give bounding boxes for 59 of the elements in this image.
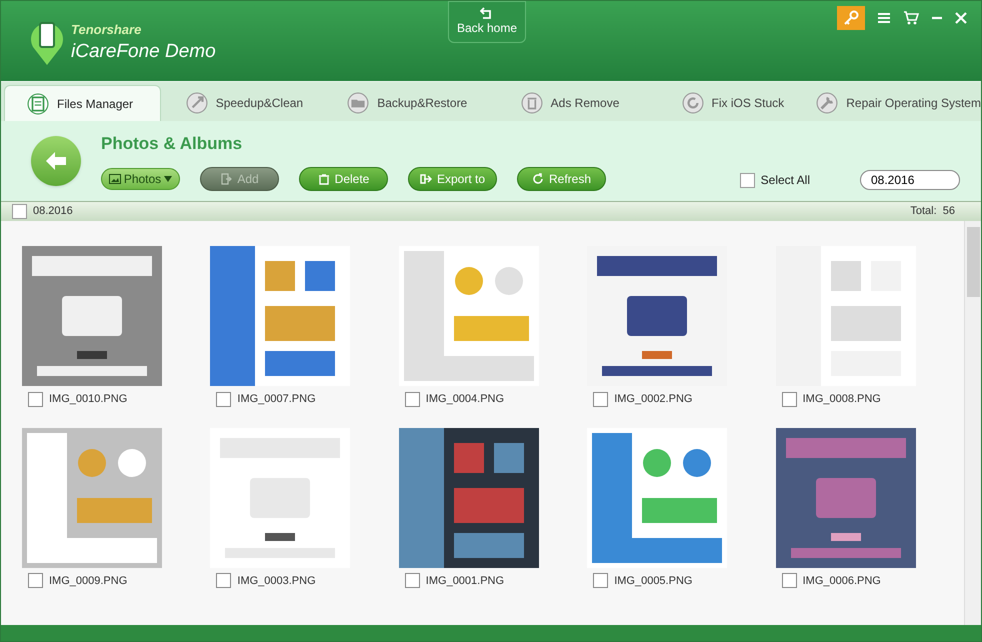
cart-icon[interactable] bbox=[903, 11, 919, 25]
refresh-icon bbox=[682, 92, 704, 114]
photo-name: IMG_0008.PNG bbox=[802, 392, 881, 407]
trash-icon bbox=[520, 92, 543, 114]
app-title: iCareFone Demo bbox=[71, 40, 216, 64]
photo-checkbox[interactable] bbox=[404, 573, 420, 588]
menu-icon[interactable] bbox=[877, 12, 891, 24]
back-arrow-icon bbox=[44, 151, 68, 171]
list-icon bbox=[27, 92, 49, 114]
image-icon bbox=[108, 174, 121, 184]
wrench-icon bbox=[816, 92, 838, 114]
caret-icon bbox=[164, 176, 172, 182]
refresh-icon bbox=[532, 172, 544, 185]
select-all-label: Select All bbox=[760, 172, 810, 189]
tab[interactable]: Ads Remove bbox=[490, 85, 650, 121]
total-count: Total: 56 bbox=[910, 204, 955, 220]
photo-name: IMG_0005.PNG bbox=[614, 574, 692, 588]
photo-checkbox[interactable] bbox=[28, 573, 43, 588]
select-all-checkbox[interactable] bbox=[740, 172, 755, 188]
photo-checkbox[interactable] bbox=[593, 573, 608, 588]
brand-name: Tenorshare bbox=[71, 21, 142, 39]
group-checkbox[interactable] bbox=[12, 204, 27, 219]
tab[interactable]: Fix iOS Stuck bbox=[653, 85, 812, 121]
add-icon bbox=[220, 172, 232, 185]
close-icon[interactable] bbox=[955, 12, 967, 24]
key-icon bbox=[843, 10, 859, 26]
photo-name: IMG_0009.PNG bbox=[49, 574, 128, 588]
section-title: Photos & Albums bbox=[101, 133, 244, 156]
photo-checkbox[interactable] bbox=[782, 573, 797, 588]
date-field[interactable]: 08.2016 bbox=[860, 170, 960, 190]
tab[interactable]: Speedup&Clean bbox=[165, 85, 324, 121]
photo-checkbox[interactable] bbox=[593, 392, 608, 407]
photo-name: IMG_0004.PNG bbox=[426, 392, 504, 407]
photo-name: IMG_0007.PNG bbox=[237, 392, 316, 407]
photo-checkbox[interactable] bbox=[782, 392, 797, 407]
export-icon bbox=[420, 172, 432, 185]
photo-checkbox[interactable] bbox=[216, 573, 232, 588]
back-button[interactable] bbox=[31, 136, 81, 186]
photo-name: IMG_0006.PNG bbox=[802, 574, 881, 588]
photo-checkbox[interactable] bbox=[404, 392, 420, 407]
photo-name: IMG_0010.PNG bbox=[49, 392, 128, 407]
photo-name: IMG_0003.PNG bbox=[237, 574, 316, 588]
folder-icon bbox=[347, 92, 370, 114]
back-home-button[interactable]: Back home bbox=[448, 1, 526, 43]
tab[interactable]: Files Manager bbox=[4, 85, 161, 121]
scrollbar[interactable] bbox=[964, 221, 981, 625]
photo-checkbox[interactable] bbox=[216, 392, 232, 407]
photos-dropdown[interactable]: Photos bbox=[101, 168, 180, 190]
photo-name: IMG_0001.PNG bbox=[426, 574, 504, 588]
photo-checkbox[interactable] bbox=[28, 392, 43, 407]
group-label: 08.2016 bbox=[33, 204, 73, 220]
scrollbar-thumb[interactable] bbox=[966, 227, 980, 297]
phone-logo-icon bbox=[29, 19, 65, 67]
return-icon bbox=[480, 7, 494, 19]
trash-icon bbox=[318, 172, 330, 185]
photo-name: IMG_0002.PNG bbox=[614, 392, 692, 407]
tab[interactable]: Repair Operating System bbox=[816, 85, 981, 121]
key-button[interactable] bbox=[837, 6, 865, 30]
tab[interactable]: Backup&Restore bbox=[328, 85, 487, 121]
